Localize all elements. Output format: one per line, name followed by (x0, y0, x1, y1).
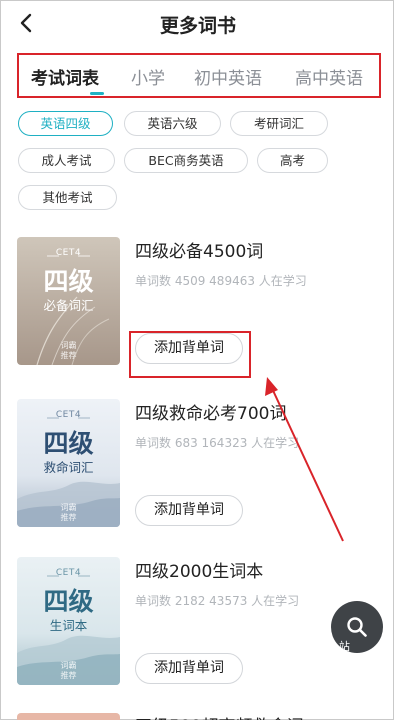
cover-recommend: 词霸 推荐 (60, 661, 77, 680)
tab-primary[interactable]: 小学 (131, 64, 165, 89)
cover-title: 四级 (43, 267, 94, 296)
book-title: 四级救命必考700词 (135, 404, 287, 424)
page-title: 更多词书 (159, 15, 236, 37)
book-meta: 单词数 683 164323 人在学习 (135, 436, 300, 450)
cover-subtitle: 生词本 (49, 618, 88, 633)
book-cover: CET4 四级 救命词汇 词霸 推荐 (17, 399, 120, 527)
search-icon (347, 617, 367, 637)
cover-title: 四级 (43, 429, 94, 458)
chip-other-exam[interactable]: 其他考试 (18, 185, 117, 210)
cover-recommend: 词霸 推荐 (60, 341, 77, 360)
cover-title: 四级 (43, 587, 94, 616)
book-cover: CET4 四级 生词本 词霸 推荐 (17, 557, 120, 685)
book-title: 四级500超高频救命词 (135, 712, 303, 720)
cover-subtitle: 必备词汇 (43, 298, 94, 313)
cover-tag: CET4 (55, 568, 82, 578)
book-meta: 单词数 2182 43573 人在学习 (135, 594, 300, 608)
chip-cet4[interactable]: 英语四级 (18, 111, 113, 136)
tab-high-english[interactable]: 高中英语 (295, 64, 363, 89)
add-to-study-button[interactable]: 添加背单词 (135, 653, 243, 684)
tab-middle-english[interactable]: 初中英语 (194, 64, 262, 89)
cover-subtitle: 救命词汇 (43, 460, 94, 475)
chip-bec[interactable]: BEC商务英语 (124, 148, 248, 173)
cover-tag: CET4 (55, 410, 82, 420)
fab-label: 站 (339, 640, 350, 653)
chip-cet6[interactable]: 英语六级 (124, 111, 221, 136)
active-tab-indicator (90, 92, 104, 95)
annotation-highlight-box (129, 331, 251, 378)
chip-postgrad[interactable]: 考研词汇 (230, 111, 328, 136)
add-to-study-button[interactable]: 添加背单词 (135, 495, 243, 526)
tab-exam-vocab[interactable]: 考试词表 (31, 64, 99, 89)
book-cover: CET4 四级 必备词汇 词霸 推荐 (17, 237, 120, 365)
category-tabs: 考试词表 小学 初中英语 高中英语 (17, 53, 381, 98)
cover-tag: CET4 (55, 248, 82, 258)
book-title: 四级必备4500词 (135, 242, 264, 262)
cover-recommend: 词霸 推荐 (60, 503, 77, 522)
chip-gaokao[interactable]: 高考 (257, 148, 328, 173)
book-cover (17, 713, 120, 720)
book-item[interactable]: CET4 四级 救命词汇 词霸 推荐 四级救命必考700词 单词数 683 16… (1, 399, 394, 549)
chip-adult-exam[interactable]: 成人考试 (18, 148, 115, 173)
book-meta: 单词数 4509 489463 人在学习 (135, 274, 307, 288)
header: 更多词书 (1, 1, 394, 47)
book-title: 四级2000生词本 (135, 562, 264, 582)
